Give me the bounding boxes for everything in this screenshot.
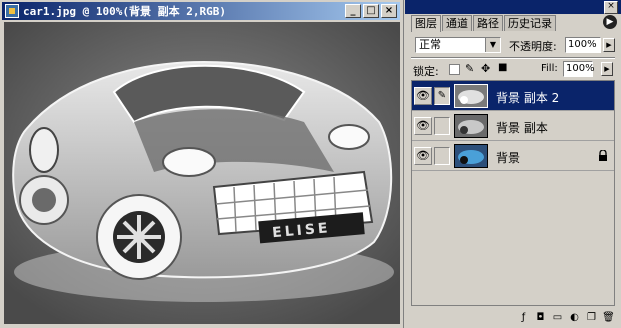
lock-move-icon[interactable]: ✥	[481, 62, 490, 75]
eye-icon[interactable]: 👁	[414, 117, 432, 135]
eye-icon[interactable]: 👁	[414, 87, 432, 105]
divider	[411, 57, 615, 59]
opacity-label: 不透明度:	[509, 40, 557, 53]
chevron-down-icon: ▼	[485, 38, 500, 52]
fill-input[interactable]: 100%	[563, 61, 595, 77]
opacity-slider-button[interactable]: ▶	[603, 38, 615, 52]
lock-all-icon[interactable]: ■	[498, 62, 507, 73]
layer-row-background-copy-2[interactable]: 👁 ✎ 背景 副本 2	[412, 81, 614, 111]
blend-mode-select[interactable]: 正常 ▼	[415, 37, 501, 53]
layer-style-icon[interactable]: ƒ	[517, 311, 530, 324]
palette-menu-icon[interactable]: ▶	[603, 15, 617, 29]
layer-row-background[interactable]: 👁 背景	[412, 141, 614, 171]
new-layer-icon[interactable]: ❐	[585, 311, 598, 324]
fill-slider-button[interactable]: ▶	[601, 62, 613, 76]
tab-history[interactable]: 历史记录	[504, 15, 556, 31]
layer-name: 背景	[496, 151, 521, 165]
lock-paint-icon[interactable]: ✎	[465, 62, 474, 75]
layers-palette: × 图层 通道 路径 历史记录 ▶ 正常 ▼ 不透明度: 100% ▶ 锁定: …	[405, 0, 621, 328]
lock-label: 锁定:	[413, 65, 439, 78]
palette-close-icon[interactable]: ×	[604, 1, 618, 14]
fill-label: Fill:	[541, 63, 558, 74]
opacity-input[interactable]: 100%	[565, 37, 601, 53]
layer-row-background-copy[interactable]: 👁 背景 副本	[412, 111, 614, 141]
lock-transparency-icon[interactable]	[449, 64, 460, 75]
link-slot[interactable]	[434, 117, 450, 135]
mask-icon[interactable]: ◘	[534, 311, 547, 324]
minimize-button[interactable]: _	[345, 4, 361, 18]
tab-paths[interactable]: 路径	[473, 15, 503, 31]
layer-name: 背景 副本 2	[496, 91, 560, 105]
tab-channels[interactable]: 通道	[442, 15, 472, 31]
eye-icon[interactable]: 👁	[414, 147, 432, 165]
layers-list: 👁 ✎ 背景 副本 2 👁 背景 副本 👁 背景	[411, 80, 615, 306]
layer-thumbnail	[454, 84, 488, 108]
layer-name: 背景 副本	[496, 121, 548, 135]
document-title: car1.jpg @ 100%(背景 副本 2,RGB)	[23, 5, 226, 18]
delete-layer-icon[interactable]: 🗑	[602, 311, 615, 324]
layer-thumbnail	[454, 114, 488, 138]
blend-row: 正常 ▼ 不透明度: 100% ▶	[413, 37, 617, 55]
layer-thumbnail	[454, 144, 488, 168]
document-window: car1.jpg @ 100%(背景 副本 2,RGB) _ □ × ELISE	[0, 0, 404, 328]
new-set-icon[interactable]: ▭	[551, 311, 564, 324]
adjustment-layer-icon[interactable]: ◐	[568, 311, 581, 324]
document-icon	[5, 4, 19, 18]
image-canvas[interactable]: ELISE	[4, 22, 400, 324]
palette-tabs: 图层 通道 路径 历史记录	[411, 15, 557, 32]
tab-layers[interactable]: 图层	[411, 15, 441, 32]
maximize-button[interactable]: □	[363, 4, 379, 18]
document-title-bar[interactable]: car1.jpg @ 100%(背景 副本 2,RGB) _ □ ×	[2, 2, 400, 20]
lock-icon	[599, 150, 607, 161]
layers-bottom-toolbar: ƒ ◘ ▭ ◐ ❐ 🗑	[411, 308, 615, 326]
link-slot[interactable]	[434, 147, 450, 165]
brush-icon[interactable]: ✎	[434, 87, 450, 105]
blend-mode-value: 正常	[419, 38, 441, 51]
inverted-car-image: ELISE	[4, 22, 400, 324]
palette-title-bar[interactable]: ×	[405, 0, 621, 14]
close-button[interactable]: ×	[381, 4, 397, 18]
